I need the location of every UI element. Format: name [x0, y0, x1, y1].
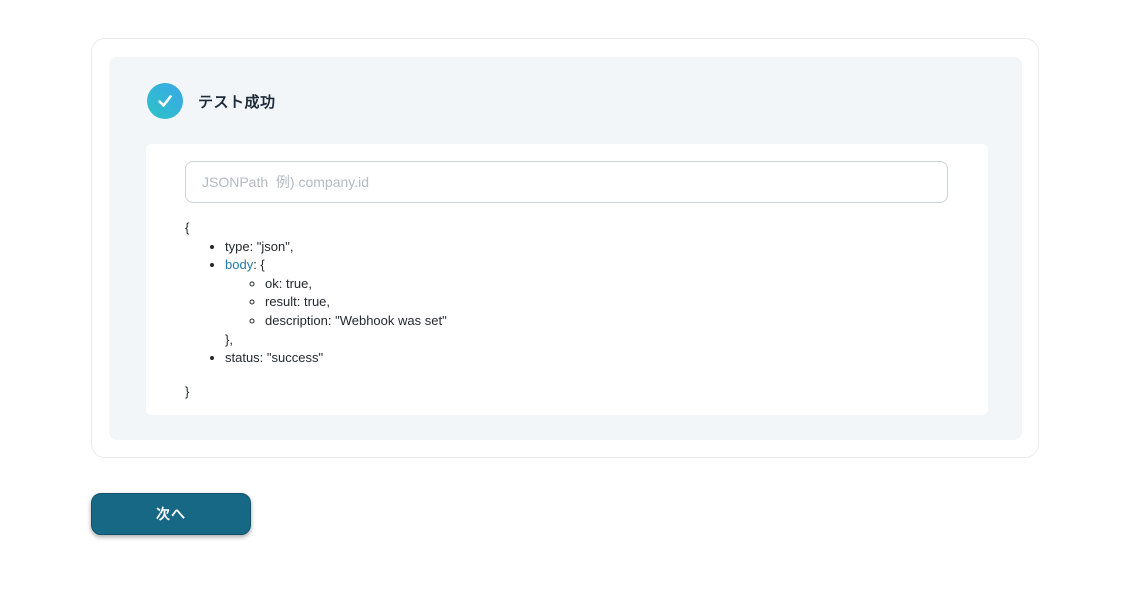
page: テスト成功 { type: "json", body: { ok: true, … [0, 0, 1122, 595]
jsonpath-input[interactable] [185, 161, 948, 203]
json-entry-type: type: "json", [225, 238, 949, 257]
status-title: テスト成功 [198, 93, 276, 111]
response-panel: { type: "json", body: { ok: true, result… [146, 144, 988, 415]
json-entry-result: result: true, [265, 293, 949, 312]
success-check-icon [147, 83, 183, 119]
next-button[interactable]: 次へ [91, 493, 251, 535]
json-body-open: : { [253, 257, 265, 273]
json-entry-description: description: "Webhook was set" [265, 312, 949, 331]
json-open-brace: { [185, 220, 190, 235]
json-entry-status: status: "success" [225, 349, 949, 368]
json-close-brace: } [185, 383, 190, 399]
json-key-body[interactable]: body [225, 257, 253, 272]
json-entry-ok: ok: true, [265, 275, 949, 294]
json-response-tree: { type: "json", body: { ok: true, result… [185, 219, 949, 401]
check-glyph [158, 95, 172, 107]
status-row: テスト成功 [147, 83, 276, 119]
json-body-close: }, [225, 331, 233, 347]
test-result-card: テスト成功 { type: "json", body: { ok: true, … [91, 38, 1039, 458]
json-root-list: type: "json", body: { ok: true, result: … [185, 238, 949, 368]
test-status-panel: テスト成功 { type: "json", body: { ok: true, … [109, 57, 1022, 440]
json-body-list: ok: true, result: true, description: "We… [225, 275, 949, 331]
json-entry-body: body: { ok: true, result: true, descript… [225, 256, 949, 349]
